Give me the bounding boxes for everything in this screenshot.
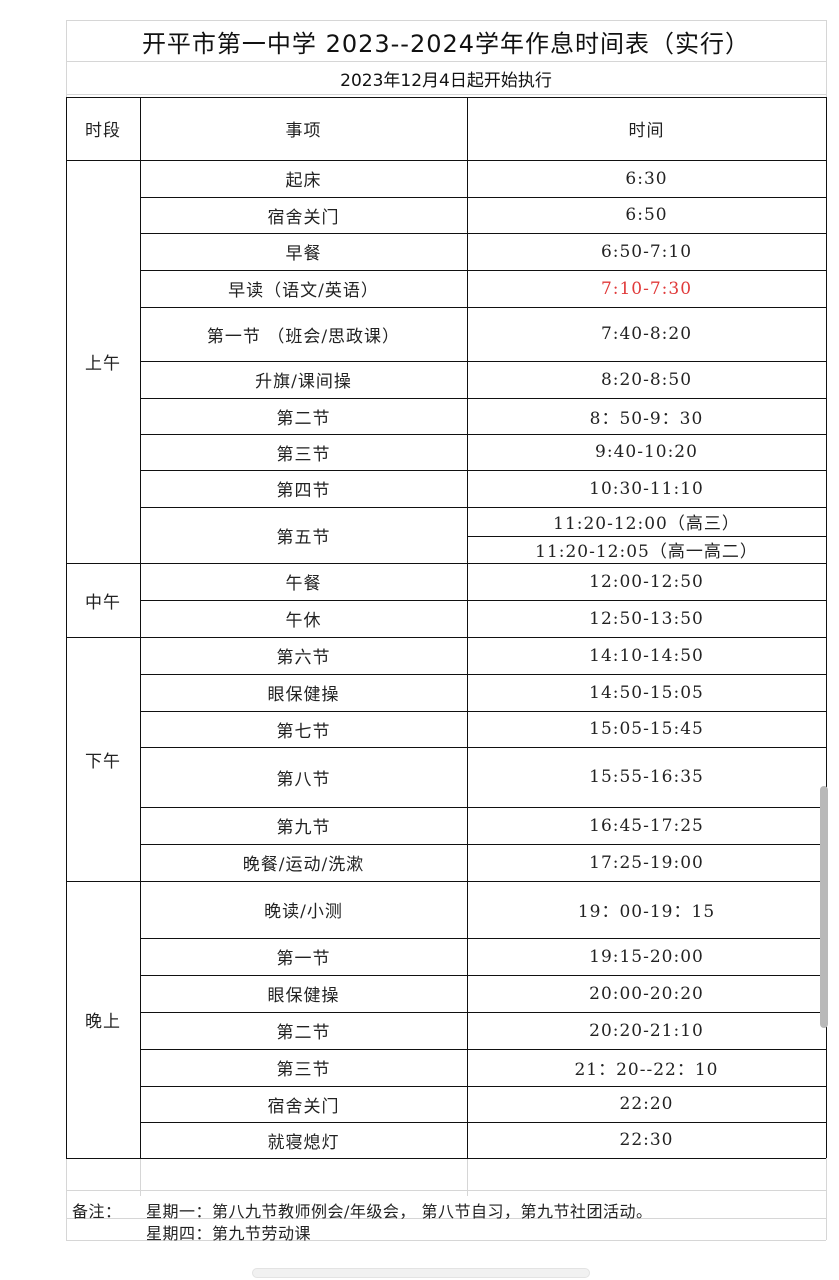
row-item: 第一节 xyxy=(276,949,331,969)
row-item: 第四节 xyxy=(276,481,331,501)
grid-line xyxy=(66,1190,826,1191)
header-item: 事项 xyxy=(285,121,322,141)
grid-line xyxy=(826,1158,827,1240)
grid-line xyxy=(140,1158,141,1196)
row-item: 早读（语文/英语） xyxy=(228,281,379,301)
schedule-sheet: 开平市第一中学 2023--2024学年作息时间表（实行） 2023年12月4日… xyxy=(0,0,839,1280)
row-time: 12:00-12:50 xyxy=(589,571,704,592)
row-item: 眼保健操 xyxy=(267,986,340,1006)
row-time: 17:25-19:00 xyxy=(589,852,704,873)
row-item: 宿舍关门 xyxy=(267,207,340,228)
row-item: 早餐 xyxy=(285,244,322,264)
page-subtitle: 2023年12月4日起开始执行 xyxy=(340,70,552,91)
header-time: 时间 xyxy=(628,121,665,141)
grid-line xyxy=(66,61,826,62)
row-item: 第三节 xyxy=(276,444,331,465)
row-time: 20:00-20:20 xyxy=(589,983,704,1004)
row-time: 6:50-7:10 xyxy=(600,241,693,262)
grid-line xyxy=(66,20,826,21)
row-time: 14:50-15:05 xyxy=(589,682,704,703)
row-time: 6:50 xyxy=(625,205,668,225)
home-indicator[interactable] xyxy=(252,1268,590,1278)
row-item: 第三节 xyxy=(276,1060,331,1080)
grid-line xyxy=(66,1158,67,1240)
row-item: 第八节 xyxy=(276,769,331,790)
row-time: 15:55-16:35 xyxy=(589,767,704,787)
notes-line-2: 星期四：第九节劳动课 xyxy=(146,1224,312,1243)
row-item: 起床 xyxy=(285,171,322,191)
row-time: 9:40-10:20 xyxy=(595,442,698,462)
row-item: 第二节 xyxy=(276,408,331,429)
row-item: 第一节 （班会/思政课） xyxy=(206,326,401,347)
row-time: 6:30 xyxy=(625,168,668,189)
period-afternoon: 下午 xyxy=(85,751,121,772)
row-time: 12:50-13:50 xyxy=(589,608,704,629)
row-time: 10:30-11:10 xyxy=(589,478,704,499)
row-time: 8：50-9：30 xyxy=(589,408,704,429)
row-time-alt: 11:20-12:05（高一高二） xyxy=(535,542,758,562)
row-time: 19:15-20:00 xyxy=(589,946,704,967)
period-morning: 上午 xyxy=(85,354,121,374)
row-time: 14:10-14:50 xyxy=(589,645,704,666)
row-item: 第七节 xyxy=(276,721,331,742)
row-time: 15:05-15:45 xyxy=(589,719,704,739)
row-item: 眼保健操 xyxy=(267,685,340,705)
row-time: 7:40-8:20 xyxy=(600,324,693,344)
notes-line-1: 星期一：第八九节教师例会/年级会， 第八节自习，第九节社团活动。 xyxy=(146,1202,653,1221)
grid-line xyxy=(467,1158,468,1196)
row-item: 升旗/课间操 xyxy=(255,372,352,392)
period-evening: 晚上 xyxy=(85,1012,121,1032)
grid-line xyxy=(66,20,67,97)
notes-label: 备注： xyxy=(72,1202,122,1221)
row-item: 晚读/小测 xyxy=(264,902,343,922)
scrollbar[interactable] xyxy=(820,786,828,1028)
row-item: 午餐 xyxy=(285,574,322,594)
row-item: 午休 xyxy=(285,611,322,631)
row-item: 第五节 xyxy=(276,527,331,548)
row-item: 宿舍关门 xyxy=(267,1096,340,1117)
row-time: 22:20 xyxy=(619,1094,674,1114)
period-noon: 中午 xyxy=(85,592,121,613)
row-time: 20:20-21:10 xyxy=(589,1020,704,1041)
grid-line xyxy=(826,20,827,97)
row-item: 晚餐/运动/洗漱 xyxy=(242,855,365,875)
row-item: 第六节 xyxy=(276,648,331,668)
row-time: 19：00-19：15 xyxy=(577,902,716,922)
row-item: 第九节 xyxy=(276,818,331,838)
grid-line xyxy=(66,94,826,95)
row-time: 11:20-12:00（高三） xyxy=(553,514,740,534)
page-title: 开平市第一中学 2023--2024学年作息时间表（实行） xyxy=(141,29,751,58)
row-time-highlight: 7:10-7:30 xyxy=(600,278,693,299)
table-rule xyxy=(66,1158,826,1159)
row-time: 16:45-17:25 xyxy=(589,815,704,836)
row-time: 21：20--22：10 xyxy=(574,1060,719,1080)
row-time: 8:20-8:50 xyxy=(600,369,693,390)
row-item: 第二节 xyxy=(276,1023,331,1043)
header-period: 时段 xyxy=(85,121,121,141)
row-item: 就寝熄灯 xyxy=(267,1132,340,1153)
row-time: 22:30 xyxy=(619,1130,674,1150)
